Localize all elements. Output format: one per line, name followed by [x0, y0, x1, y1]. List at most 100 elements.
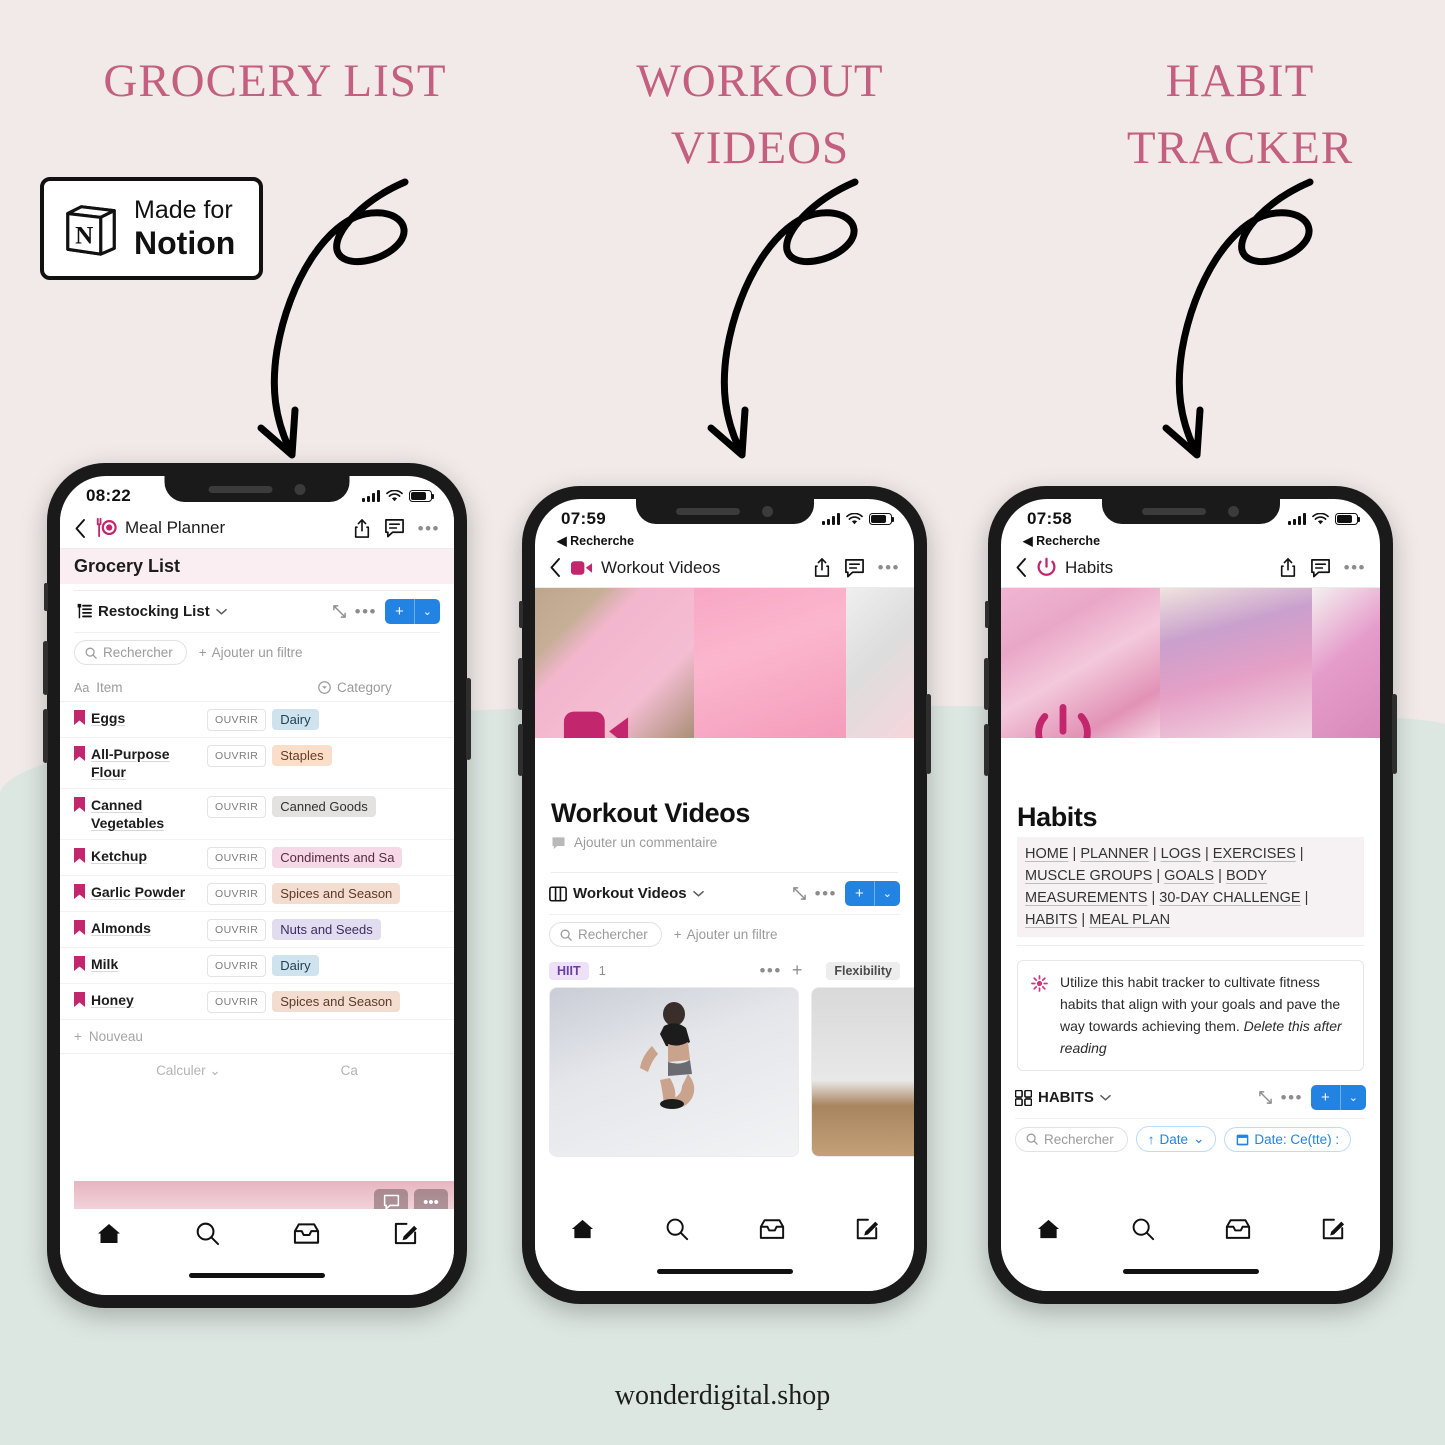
search-input[interactable]: Rechercher: [1015, 1126, 1128, 1152]
search-input[interactable]: Rechercher: [74, 640, 187, 665]
more-dots-icon[interactable]: •••: [1344, 559, 1366, 576]
new-row-button[interactable]: + Nouveau: [60, 1020, 454, 1054]
share-icon[interactable]: [813, 557, 831, 578]
phone1-mute-button[interactable]: [44, 583, 48, 611]
search-icon[interactable]: [665, 1217, 689, 1241]
open-button[interactable]: OUVRIR: [207, 882, 267, 905]
home-icon[interactable]: [570, 1218, 595, 1241]
phone3-volume-up-button[interactable]: [984, 658, 989, 710]
board-card-hiit[interactable]: [549, 987, 799, 1157]
add-row-button[interactable]: + ⌄: [845, 881, 900, 906]
table-row[interactable]: Almonds OUVRIR Nuts and Seeds: [60, 912, 454, 948]
expand-icon[interactable]: [332, 604, 347, 619]
compose-icon[interactable]: [393, 1221, 418, 1246]
home-icon[interactable]: [1036, 1218, 1061, 1241]
column-header-category[interactable]: Category: [337, 680, 392, 695]
chevron-down-icon[interactable]: [1100, 1094, 1111, 1102]
board-card-flexibility[interactable]: [811, 987, 914, 1157]
calculate-left[interactable]: Calculer ⌄: [156, 1063, 221, 1079]
home-icon[interactable]: [96, 1222, 122, 1246]
open-button[interactable]: OUVRIR: [207, 954, 267, 977]
back-to-search-link[interactable]: ◀ Recherche: [1001, 533, 1380, 550]
chevron-left-icon[interactable]: [1015, 557, 1028, 578]
phone1-volume-down-button[interactable]: [43, 709, 48, 763]
chevron-left-icon[interactable]: [74, 518, 87, 539]
table-row[interactable]: Canned Vegetables OUVRIR Canned Goods: [60, 789, 454, 840]
board-column-flexibility[interactable]: Flexibility: [826, 961, 900, 980]
open-button[interactable]: OUVRIR: [207, 846, 267, 869]
link-line-1[interactable]: HOME | PLANNER | LOGS | EXERCISES |: [1025, 843, 1356, 865]
table-row[interactable]: Milk OUVRIR Dairy: [60, 948, 454, 984]
board-add-icon[interactable]: +: [792, 960, 803, 981]
search-icon[interactable]: [1131, 1217, 1155, 1241]
phone3-mute-button[interactable]: [985, 601, 989, 628]
board-column-hiit[interactable]: HIIT: [549, 961, 589, 980]
row-category-tag[interactable]: Staples: [272, 745, 332, 766]
expand-icon[interactable]: [792, 886, 807, 901]
share-icon[interactable]: [1279, 557, 1297, 578]
phone1-power-button[interactable]: [466, 678, 471, 760]
open-button[interactable]: OUVRIR: [207, 709, 267, 731]
phone2-mute-button[interactable]: [519, 601, 523, 628]
row-category-tag[interactable]: Dairy: [272, 954, 319, 976]
sort-by-date-chip[interactable]: ↑ Date ⌄: [1135, 1126, 1217, 1153]
link-line-3[interactable]: MEASUREMENTS | 30-DAY CHALLENGE |: [1025, 887, 1356, 909]
link-line-4[interactable]: HABITS | MEAL PLAN: [1025, 909, 1356, 931]
add-row-button[interactable]: + ⌄: [385, 599, 440, 624]
compose-icon[interactable]: [1321, 1217, 1345, 1241]
row-category-tag[interactable]: Condiments and Sa: [272, 846, 403, 868]
open-button[interactable]: OUVRIR: [207, 918, 267, 941]
phone1-volume-up-button[interactable]: [43, 641, 48, 695]
add-row-button[interactable]: + ⌄: [1311, 1085, 1366, 1111]
more-dots-icon[interactable]: •••: [418, 520, 440, 537]
table-row[interactable]: Garlic Powder OUVRIR Spices and Season: [60, 876, 454, 912]
back-to-search-link[interactable]: ◀ Recherche: [535, 533, 914, 550]
database-more-icon[interactable]: •••: [1281, 1089, 1303, 1106]
link-line-2[interactable]: MUSCLE GROUPS | GOALS | BODY: [1025, 865, 1356, 887]
comment-icon[interactable]: [844, 558, 865, 578]
open-button[interactable]: OUVRIR: [207, 745, 267, 767]
inbox-icon[interactable]: [759, 1218, 785, 1241]
compose-icon[interactable]: [855, 1217, 879, 1241]
search-icon[interactable]: [195, 1221, 220, 1246]
table-row[interactable]: Ketchup OUVRIR Condiments and Sa: [60, 840, 454, 876]
open-button[interactable]: OUVRIR: [207, 990, 267, 1013]
inbox-icon[interactable]: [1225, 1218, 1251, 1241]
database-title[interactable]: HABITS: [1038, 1089, 1094, 1106]
database-more-icon[interactable]: •••: [355, 603, 377, 620]
chevron-down-icon[interactable]: [692, 890, 704, 898]
row-category-tag[interactable]: Spices and Season: [272, 990, 401, 1012]
add-row-plus[interactable]: +: [385, 599, 414, 624]
chevron-down-icon[interactable]: [215, 608, 227, 616]
row-category-tag[interactable]: Nuts and Seeds: [272, 918, 381, 940]
add-filter-button[interactable]: + Ajouter un filtre: [674, 927, 778, 942]
phone2-volume-down-button[interactable]: [518, 724, 523, 776]
share-icon[interactable]: [353, 518, 371, 539]
table-row[interactable]: Eggs OUVRIR Dairy: [60, 702, 454, 738]
column-header-item[interactable]: Item: [96, 680, 122, 695]
phone3-power-button[interactable]: [1392, 694, 1397, 774]
more-dots-icon[interactable]: •••: [878, 559, 900, 576]
row-category-tag[interactable]: Dairy: [272, 709, 319, 730]
calculate-right[interactable]: Ca: [341, 1063, 358, 1079]
database-title[interactable]: Restocking List: [98, 603, 210, 620]
chevron-left-icon[interactable]: [549, 557, 562, 578]
comment-icon[interactable]: [1310, 558, 1331, 578]
board-more-icon[interactable]: •••: [759, 962, 781, 979]
row-category-tag[interactable]: Canned Goods: [272, 795, 376, 817]
add-filter-button[interactable]: + Ajouter un filtre: [199, 645, 303, 660]
add-row-chevron[interactable]: ⌄: [413, 599, 440, 624]
expand-icon[interactable]: [1258, 1090, 1273, 1105]
date-filter-chip[interactable]: Date: Ce(tte) :: [1224, 1126, 1352, 1152]
row-category-tag[interactable]: Spices and Season: [272, 882, 401, 904]
database-more-icon[interactable]: •••: [815, 885, 837, 902]
add-comment-button[interactable]: Ajouter un commentaire: [535, 829, 914, 850]
database-title[interactable]: Workout Videos: [573, 885, 687, 902]
table-row[interactable]: All-Purpose Flour OUVRIR Staples: [60, 738, 454, 789]
inbox-icon[interactable]: [293, 1222, 320, 1246]
table-row[interactable]: Honey OUVRIR Spices and Season: [60, 984, 454, 1020]
phone2-volume-up-button[interactable]: [518, 658, 523, 710]
search-input[interactable]: Rechercher: [549, 922, 662, 947]
comment-icon[interactable]: [384, 518, 405, 538]
phone2-power-button[interactable]: [926, 694, 931, 774]
